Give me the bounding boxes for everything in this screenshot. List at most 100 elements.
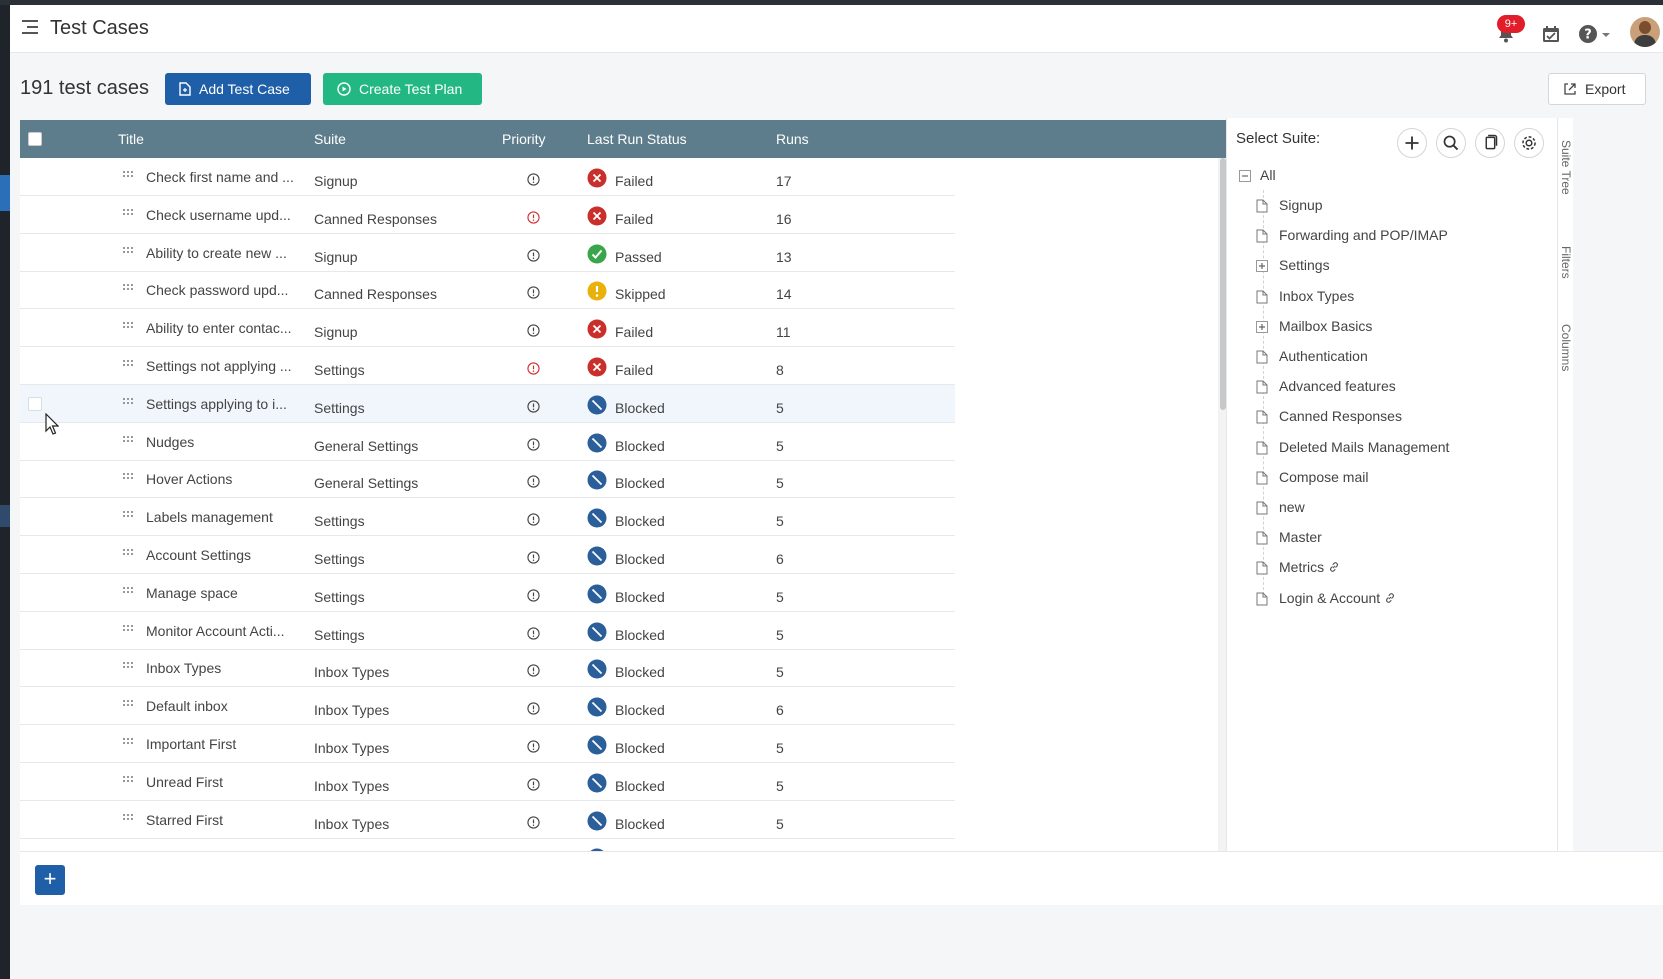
row-runs: 5 (776, 815, 784, 832)
drag-handle-icon[interactable] (123, 322, 133, 330)
drag-handle-icon[interactable] (123, 208, 133, 217)
table-row[interactable]: Unread First Inbox Types Blocked 5 (20, 763, 955, 801)
notification-badge[interactable]: 9+ (1497, 15, 1525, 33)
drag-handle-icon[interactable] (123, 586, 133, 595)
row-title[interactable]: Ability to create new ... (146, 245, 287, 261)
row-title[interactable]: Unread First (146, 774, 223, 790)
suite-tree-item[interactable]: Canned Responses (1279, 408, 1402, 424)
suite-tree-item[interactable]: Login & Account (1279, 590, 1380, 606)
table-row[interactable]: Inbox Types Inbox Types Blocked 5 (20, 649, 955, 688)
drag-handle-icon[interactable] (123, 549, 133, 557)
suite-tree-root[interactable]: All (1260, 167, 1276, 183)
row-title[interactable]: Check first name and ... (146, 169, 294, 185)
row-title[interactable]: Manage space (146, 585, 238, 601)
drag-handle-icon[interactable] (123, 171, 133, 179)
row-title[interactable]: Check password upd... (146, 282, 288, 298)
suite-tree-item[interactable]: Master (1279, 529, 1322, 545)
col-priority[interactable]: Priority (502, 131, 546, 147)
suite-tree-item[interactable]: Forwarding and POP/IMAP (1279, 227, 1448, 243)
suite-tree-item[interactable]: Signup (1279, 197, 1323, 213)
table-row[interactable]: Ability to enter contac... Signup Failed 11 (20, 309, 955, 348)
table-row[interactable]: Ability to create new ... Signup Passed 13 (20, 234, 955, 272)
drag-handle-icon[interactable] (123, 738, 133, 746)
row-title[interactable]: Hover Actions (146, 471, 232, 487)
export-label: Export (1585, 81, 1626, 97)
add-row-button[interactable]: + (35, 865, 65, 895)
suite-tree-item[interactable]: Deleted Mails Management (1279, 439, 1449, 455)
row-title[interactable]: Settings applying to i... (146, 396, 287, 412)
suite-tree-item[interactable]: Advanced features (1279, 378, 1396, 394)
table-row[interactable]: Starred First Inbox Types Blocked 5 (20, 801, 955, 839)
suite-tree-item[interactable]: Authentication (1279, 348, 1368, 364)
drag-handle-icon[interactable] (123, 473, 133, 481)
row-title[interactable]: Starred First (146, 812, 223, 828)
table-row[interactable]: Monitor Account Acti... Settings Blocked 5 (20, 612, 955, 650)
row-checkbox[interactable] (28, 396, 42, 411)
table-row[interactable]: Hover Actions General Settings Blocked 5 (20, 460, 955, 499)
row-title[interactable]: Nudges (146, 434, 194, 450)
gear-icon[interactable] (1514, 128, 1544, 158)
row-title[interactable]: Account Settings (146, 547, 251, 563)
row-title[interactable]: Inbox Types (146, 660, 221, 676)
suite-tree-item[interactable]: Mailbox Basics (1279, 318, 1372, 334)
drag-handle-icon[interactable] (123, 624, 133, 633)
suite-tree-item[interactable]: Metrics (1279, 559, 1324, 575)
row-title[interactable]: Labels management (146, 509, 273, 525)
expand-icon[interactable] (1256, 259, 1268, 273)
search-icon[interactable] (1436, 128, 1466, 158)
table-row[interactable]: Check first name and ... Signup Failed 17 (20, 158, 955, 196)
drag-handle-icon[interactable] (123, 246, 133, 255)
table-row[interactable]: Default inbox Inbox Types Blocked 6 (20, 687, 955, 726)
select-all-checkbox[interactable] (28, 132, 42, 146)
copy-icon[interactable] (1475, 128, 1505, 158)
table-row[interactable]: Manage space Settings Blocked 5 (20, 574, 955, 612)
drag-handle-icon[interactable] (123, 360, 133, 368)
col-last-run-status[interactable]: Last Run Status (587, 131, 687, 147)
row-title[interactable]: Settings not applying ... (146, 358, 292, 374)
table-row[interactable]: Important First Inbox Types Blocked 5 (20, 725, 955, 763)
drag-handle-icon[interactable] (123, 435, 133, 444)
table-row[interactable]: Account Settings Settings Blocked 6 (20, 536, 955, 574)
status-skipped-icon (587, 281, 607, 301)
row-title[interactable]: Monitor Account Acti... (146, 623, 285, 639)
drag-handle-icon[interactable] (123, 813, 133, 822)
menu-toggle-icon[interactable] (22, 19, 40, 35)
status-blocked-icon (587, 773, 607, 793)
table-row[interactable]: Check password upd... Canned Responses Ski… (20, 271, 955, 310)
tab-suite-tree[interactable]: Suite Tree (1559, 140, 1573, 195)
suite-tree-item[interactable]: Inbox Types (1279, 288, 1354, 304)
row-title[interactable]: Important First (146, 736, 236, 752)
collapse-icon[interactable] (1239, 169, 1251, 183)
drag-handle-icon[interactable] (123, 397, 133, 406)
col-runs[interactable]: Runs (776, 131, 809, 147)
tab-filters[interactable]: Filters (1559, 246, 1573, 279)
table-row[interactable]: Settings not applying ... Settings Failed 8 (20, 347, 955, 385)
suite-tree-item[interactable]: new (1279, 499, 1305, 515)
suite-tree-item[interactable]: Compose mail (1279, 469, 1368, 485)
table-row[interactable]: Check username upd... Canned Responses Fai… (20, 196, 955, 234)
calendar-icon[interactable] (1540, 23, 1562, 45)
drag-handle-icon[interactable] (123, 700, 133, 708)
table-row[interactable]: Labels management Settings Blocked 5 (20, 498, 955, 537)
row-suite: Signup (314, 324, 358, 341)
table-row[interactable]: Nudges General Settings Blocked 5 (20, 423, 955, 461)
row-title[interactable]: Ability to enter contac... (146, 320, 292, 336)
user-avatar[interactable] (1630, 17, 1660, 47)
col-suite[interactable]: Suite (314, 131, 346, 147)
row-title[interactable]: Check username upd... (146, 207, 291, 223)
suite-tree-item[interactable]: Settings (1279, 257, 1330, 273)
row-title[interactable]: Default inbox (146, 698, 228, 714)
help-icon[interactable]: ? (1578, 23, 1612, 45)
add-test-case-button[interactable]: Add Test Case (165, 73, 311, 105)
drag-handle-icon[interactable] (123, 284, 133, 292)
drag-handle-icon[interactable] (123, 662, 133, 670)
col-title[interactable]: Title (118, 131, 144, 147)
add-suite-icon[interactable] (1397, 128, 1427, 158)
export-button[interactable]: Export (1548, 73, 1646, 105)
expand-icon[interactable] (1256, 320, 1268, 334)
drag-handle-icon[interactable] (123, 511, 133, 519)
drag-handle-icon[interactable] (123, 775, 133, 784)
table-row[interactable]: Settings applying to i... Settings Blocked… (20, 384, 955, 423)
tab-columns[interactable]: Columns (1559, 324, 1573, 371)
create-test-plan-button[interactable]: Create Test Plan (323, 73, 482, 105)
